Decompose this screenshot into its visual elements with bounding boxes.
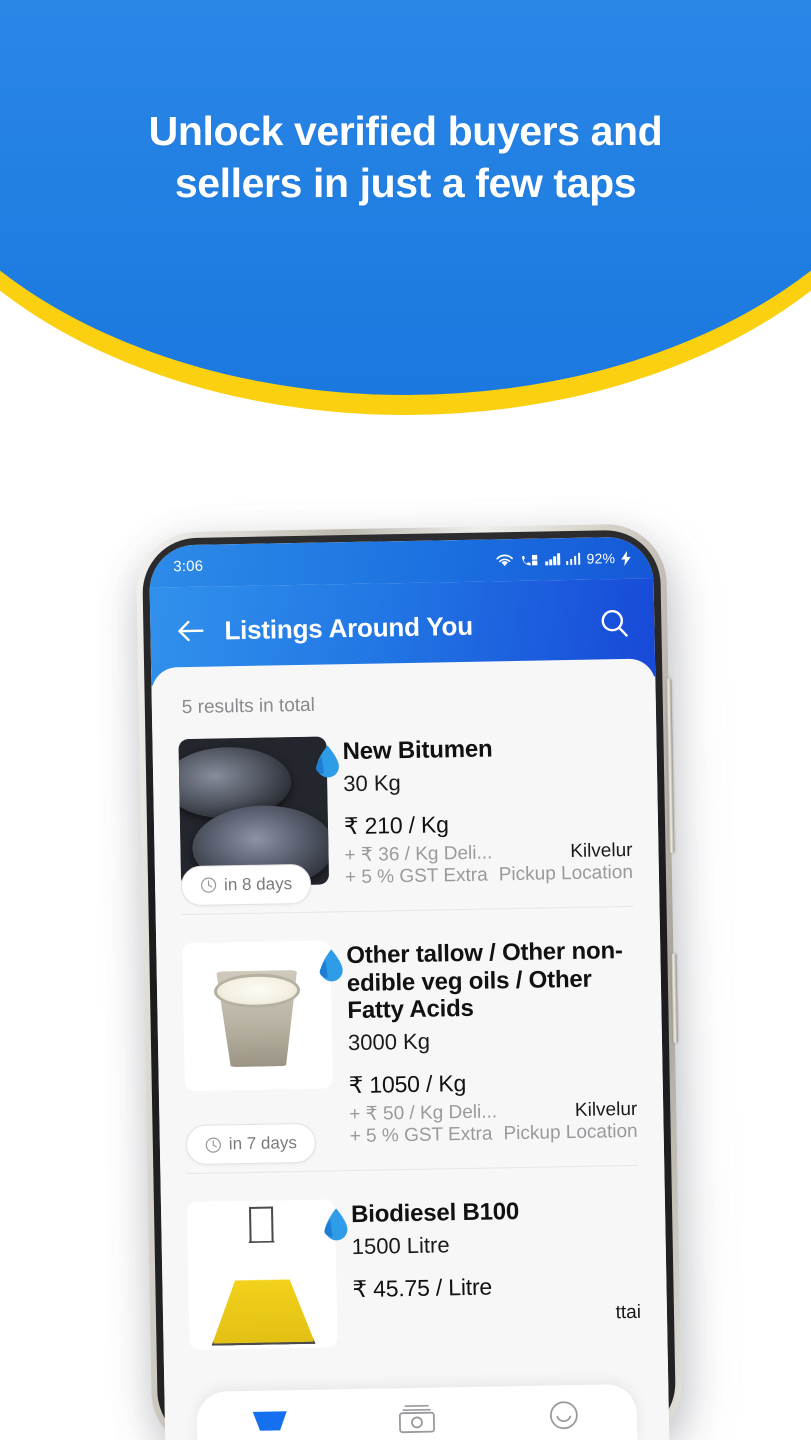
listings-content: 5 results in total in 8 days New Bitumen…	[151, 658, 670, 1440]
listing-delivery: + ₹ 50 / Kg Deli...	[349, 1101, 498, 1126]
listing-location: ttai	[615, 1301, 642, 1324]
listing-delivery-row: ttai	[353, 1302, 641, 1329]
app-bar-title: Listings Around You	[224, 610, 474, 645]
listing-title: Biodiesel B100	[350, 1198, 520, 1229]
listing-detail-rows: + ₹ 50 / Kg Deli... Kilvelur + 5 % GST E…	[349, 1098, 638, 1148]
delivery-days-badge: in 7 days	[185, 1123, 317, 1166]
nav-item-marketplace[interactable]	[242, 1397, 299, 1440]
headline-line-1: Unlock verified buyers and	[148, 108, 663, 154]
listing-price: ₹ 210 / Kg	[343, 811, 449, 839]
status-time: 3:06	[173, 557, 204, 575]
listing-location: Kilvelur	[570, 839, 633, 862]
bottom-nav-bar	[196, 1383, 638, 1440]
signal-bars-icon	[566, 552, 581, 566]
nav-item-payments[interactable]	[388, 1394, 445, 1440]
listing-quantity: 3000 Kg	[347, 1028, 431, 1056]
listing-row[interactable]: in 7 days Other tallow / Other non-edibl…	[182, 928, 639, 1175]
listing-info: New Bitumen 30 Kg ₹ 210 / Kg + ₹ 36 / Kg…	[342, 731, 633, 889]
shopping-basket-icon	[253, 1411, 288, 1431]
headline-line-2: sellers in just a few taps	[174, 160, 637, 207]
listing-image	[186, 1199, 338, 1351]
listing-thumbnail-col: in 8 days	[178, 736, 339, 906]
listing-row[interactable]: Biodiesel B100 1500 Litre ₹ 45.75 / Litr…	[186, 1188, 642, 1372]
battery-percent: 92%	[586, 550, 616, 567]
listing-info: Biodiesel B100 1500 Litre ₹ 45.75 / Litr…	[351, 1194, 642, 1347]
nav-item-profile[interactable]	[535, 1392, 592, 1439]
listing-delivery: + ₹ 36 / Kg Deli...	[344, 842, 493, 866]
listing-image	[182, 940, 333, 1091]
listing-thumbnail-col	[186, 1199, 348, 1351]
phone-screen: 3:06 92% Listings Around You 5 results i…	[148, 536, 670, 1440]
listing-location-label: Pickup Location	[503, 1121, 638, 1145]
listing-title: Other tallow / Other non-edible veg oils…	[346, 936, 623, 1025]
listing-row[interactable]: in 8 days New Bitumen 30 Kg ₹ 210 / Kg +…	[178, 724, 634, 915]
listing-info: Other tallow / Other non-edible veg oils…	[346, 935, 638, 1149]
listing-quantity: 30 Kg	[343, 769, 401, 796]
charging-bolt-icon	[621, 550, 631, 566]
hero-banner: Unlock verified buyers and sellers in ju…	[0, 0, 811, 430]
days-badge-label: in 8 days	[223, 873, 293, 895]
droplet-icon	[315, 745, 339, 778]
call-signal-icon	[522, 554, 538, 565]
smiley-face-icon	[549, 1401, 578, 1430]
phone-mockup: 3:06 92% Listings Around You 5 results i…	[135, 523, 683, 1440]
page-title: Unlock verified buyers and sellers in ju…	[0, 105, 811, 209]
banknote-icon	[398, 1404, 435, 1434]
days-badge-label: in 7 days	[228, 1133, 298, 1154]
droplet-icon	[324, 1208, 348, 1241]
listing-price: ₹ 45.75 / Litre	[352, 1273, 493, 1303]
listing-detail-rows: + ₹ 36 / Kg Deli... Kilvelur + 5 % GST E…	[344, 839, 633, 889]
listing-gst: + 5 % GST Extra	[344, 864, 488, 888]
listing-thumbnail-col: in 7 days	[182, 940, 343, 1166]
clock-icon	[205, 1137, 221, 1153]
droplet-icon	[319, 949, 343, 982]
listing-gst-row: + 5 % GST Extra Pickup Location	[345, 862, 633, 889]
wifi-icon	[496, 554, 514, 566]
listing-gst: + 5 % GST Extra	[349, 1123, 493, 1148]
back-arrow-icon[interactable]	[172, 613, 209, 650]
signal-bars-icon	[545, 553, 561, 566]
results-count: 5 results in total	[181, 694, 316, 719]
listing-price: ₹ 1050 / Kg	[348, 1070, 467, 1099]
listing-title: New Bitumen	[342, 735, 493, 766]
listing-detail-rows: ttai	[353, 1302, 641, 1329]
status-icons: 92%	[495, 550, 631, 568]
delivery-days-badge: in 8 days	[180, 863, 312, 906]
listing-quantity: 1500 Litre	[351, 1232, 450, 1260]
search-icon[interactable]	[598, 607, 631, 640]
listing-gst-row: + 5 % GST Extra Pickup Location	[350, 1121, 638, 1148]
listing-location-label: Pickup Location	[498, 861, 634, 886]
listing-location: Kilvelur	[574, 1099, 638, 1122]
clock-icon	[200, 877, 217, 894]
